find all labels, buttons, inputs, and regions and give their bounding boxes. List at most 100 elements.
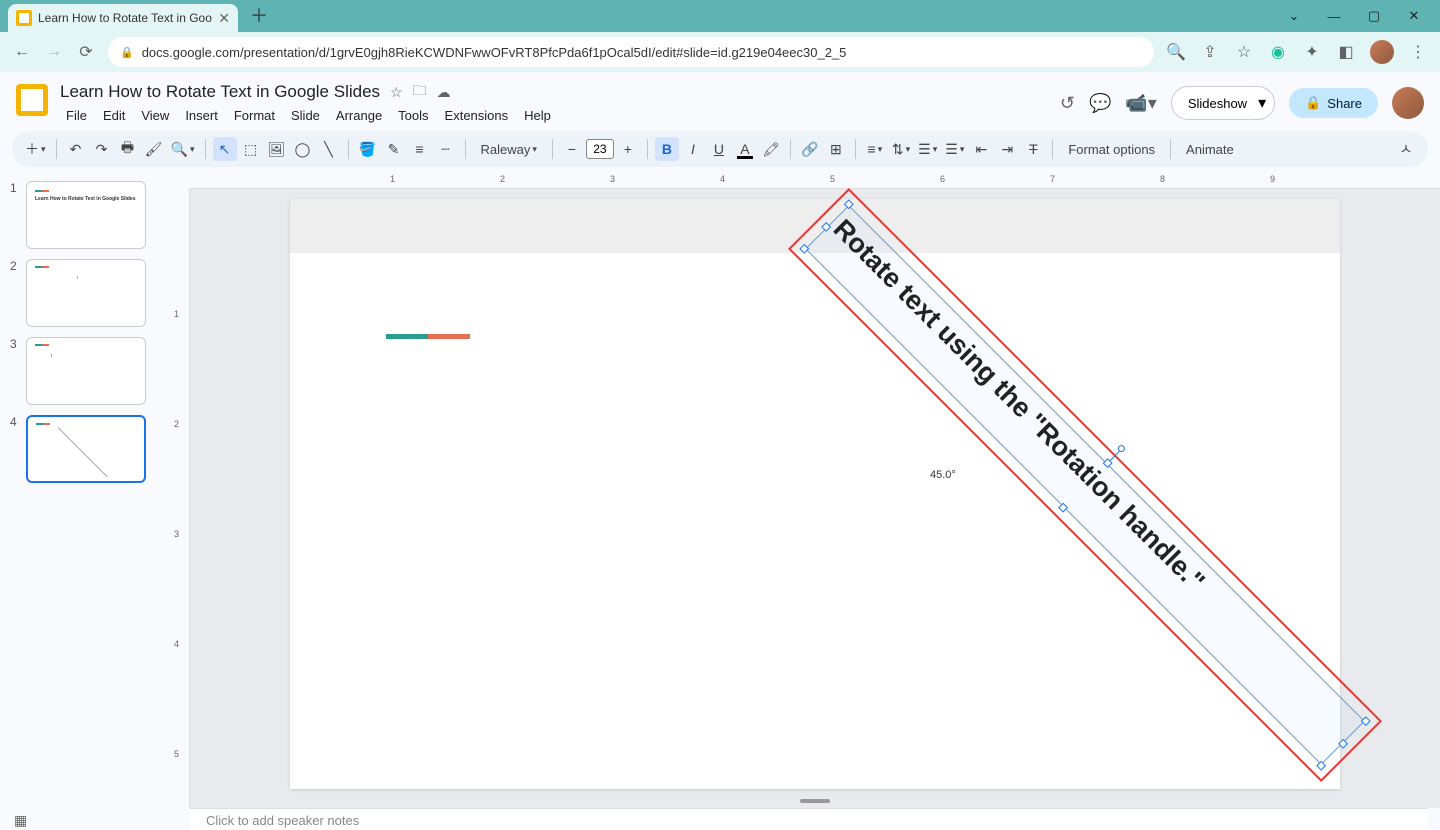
- italic-button[interactable]: I: [681, 137, 705, 161]
- reload-button[interactable]: ⟳: [76, 42, 96, 62]
- bookmark-icon[interactable]: ☆: [1234, 42, 1254, 62]
- bottom-bar: ▦: [0, 810, 1440, 830]
- move-icon[interactable]: 🗀: [413, 80, 427, 104]
- fill-color-button[interactable]: 🪣: [356, 137, 380, 161]
- profile-avatar[interactable]: [1370, 40, 1394, 64]
- rotated-text-box[interactable]: Rotate text using the "Rotation handle.": [805, 205, 1365, 765]
- menu-help[interactable]: Help: [518, 106, 557, 125]
- increase-indent-button[interactable]: ⇥: [995, 137, 1019, 161]
- sidepanel-icon[interactable]: ◧: [1336, 42, 1356, 62]
- maximize-button[interactable]: ▢: [1364, 6, 1384, 26]
- format-options-button[interactable]: Format options: [1060, 137, 1163, 161]
- paint-format-button[interactable]: 🖌: [142, 137, 166, 161]
- line-tool[interactable]: ╲: [317, 137, 341, 161]
- select-tool[interactable]: ↖: [213, 137, 237, 161]
- numbered-list-button[interactable]: ☰: [915, 137, 940, 161]
- shape-tool[interactable]: ◯: [291, 137, 315, 161]
- explore-icon[interactable]: ▦: [14, 812, 27, 829]
- toolbar: ＋ ↶ ↷ 🖶 🖌 🔍 ↖ ⬚ 🖼 ◯ ╲ 🪣 ✎ ≡ ┄ Raleway − …: [12, 131, 1428, 167]
- menu-edit[interactable]: Edit: [97, 106, 131, 125]
- slides-app: Learn How to Rotate Text in Google Slide…: [0, 72, 1440, 830]
- redo-button[interactable]: ↷: [90, 137, 114, 161]
- menu-tools[interactable]: Tools: [392, 106, 434, 125]
- comments-icon[interactable]: 💬: [1089, 93, 1111, 114]
- workspace: 1 Learn How to Rotate Text in Google Sli…: [0, 173, 1440, 808]
- vertical-ruler: 1 2 3 4 5: [170, 189, 190, 808]
- new-slide-button[interactable]: ＋: [22, 137, 49, 161]
- browser-tab[interactable]: Learn How to Rotate Text in Goo ✕: [8, 4, 238, 32]
- forward-button[interactable]: →: [44, 42, 64, 62]
- zoom-button[interactable]: 🔍: [168, 137, 198, 161]
- horizontal-ruler: 1 2 3 4 5 6 7 8 9: [190, 173, 1440, 189]
- star-icon[interactable]: ☆: [390, 84, 403, 101]
- canvas-area: 1 2 3 4 5 6 7 8 9 1 2 3 4 5: [170, 173, 1440, 808]
- url-text: docs.google.com/presentation/d/1grvE0gjh…: [142, 45, 847, 60]
- account-avatar[interactable]: [1392, 87, 1424, 119]
- border-weight-button[interactable]: ≡: [408, 137, 432, 161]
- increase-font-button[interactable]: +: [616, 137, 640, 161]
- slideshow-dropdown[interactable]: ▾: [1250, 86, 1275, 120]
- image-tool[interactable]: 🖼: [265, 137, 289, 161]
- comment-button[interactable]: ⊞: [824, 137, 848, 161]
- menu-file[interactable]: File: [60, 106, 93, 125]
- highlight-button[interactable]: 🖍: [759, 137, 783, 161]
- close-tab-icon[interactable]: ✕: [218, 10, 230, 27]
- menu-insert[interactable]: Insert: [179, 106, 224, 125]
- menu-format[interactable]: Format: [228, 106, 281, 125]
- decrease-indent-button[interactable]: ⇤: [969, 137, 993, 161]
- notes-drag-handle[interactable]: [800, 799, 830, 803]
- clear-format-button[interactable]: T: [1021, 137, 1045, 161]
- cloud-icon[interactable]: ☁: [437, 84, 451, 101]
- minimize-button[interactable]: —: [1324, 6, 1344, 26]
- rotated-text[interactable]: Rotate text using the "Rotation handle.": [813, 213, 1356, 756]
- app-header: Learn How to Rotate Text in Google Slide…: [0, 72, 1440, 125]
- border-dash-button[interactable]: ┄: [434, 137, 458, 161]
- font-size-input[interactable]: [586, 139, 614, 159]
- slide-thumbnails: 1 Learn How to Rotate Text in Google Sli…: [0, 173, 170, 808]
- zoom-icon[interactable]: 🔍: [1166, 42, 1186, 62]
- rotation-angle-label: 45.0°: [930, 469, 956, 481]
- chevron-down-icon[interactable]: ⌄: [1284, 6, 1304, 26]
- font-select[interactable]: Raleway: [473, 137, 545, 161]
- thumbnail-2[interactable]: [26, 259, 146, 327]
- undo-button[interactable]: ↶: [64, 137, 88, 161]
- grammarly-icon[interactable]: ◉: [1268, 42, 1288, 62]
- collapse-toolbar-button[interactable]: ㅅ: [1394, 137, 1418, 161]
- align-button[interactable]: ≡: [863, 137, 887, 161]
- line-spacing-button[interactable]: ⇅: [889, 137, 913, 161]
- meet-icon[interactable]: 📹▾: [1125, 93, 1156, 114]
- share-url-icon[interactable]: ⇪: [1200, 42, 1220, 62]
- link-button[interactable]: 🔗: [798, 137, 822, 161]
- menu-view[interactable]: View: [135, 106, 175, 125]
- close-window-button[interactable]: ✕: [1404, 6, 1424, 26]
- menu-arrange[interactable]: Arrange: [330, 106, 388, 125]
- history-icon[interactable]: ↺: [1060, 93, 1075, 114]
- text-color-button[interactable]: A: [733, 137, 757, 161]
- menu-bar: File Edit View Insert Format Slide Arran…: [60, 106, 1048, 125]
- thumbnail-4[interactable]: [26, 415, 146, 483]
- bulleted-list-button[interactable]: ☰: [942, 137, 967, 161]
- thumbnail-1[interactable]: Learn How to Rotate Text in Google Slide…: [26, 181, 146, 249]
- decrease-font-button[interactable]: −: [560, 137, 584, 161]
- border-color-button[interactable]: ✎: [382, 137, 406, 161]
- extensions-icon[interactable]: ✦: [1302, 42, 1322, 62]
- slide-canvas[interactable]: Rotate text using the "Rotation handle."…: [290, 199, 1340, 789]
- bold-button[interactable]: B: [655, 137, 679, 161]
- address-bar[interactable]: 🔒 docs.google.com/presentation/d/1grvE0g…: [108, 37, 1154, 67]
- textbox-tool[interactable]: ⬚: [239, 137, 263, 161]
- menu-icon[interactable]: ⋮: [1408, 42, 1428, 62]
- slides-favicon: [16, 10, 32, 26]
- menu-extensions[interactable]: Extensions: [439, 106, 515, 125]
- slides-logo[interactable]: [16, 84, 48, 116]
- tab-title: Learn How to Rotate Text in Goo: [38, 11, 212, 25]
- back-button[interactable]: ←: [12, 42, 32, 62]
- document-title[interactable]: Learn How to Rotate Text in Google Slide…: [60, 82, 380, 102]
- thumbnail-3[interactable]: [26, 337, 146, 405]
- share-button[interactable]: 🔒 Share: [1289, 88, 1378, 118]
- underline-button[interactable]: U: [707, 137, 731, 161]
- browser-urlbar: ← → ⟳ 🔒 docs.google.com/presentation/d/1…: [0, 32, 1440, 72]
- print-button[interactable]: 🖶: [116, 137, 140, 161]
- menu-slide[interactable]: Slide: [285, 106, 326, 125]
- animate-button[interactable]: Animate: [1178, 137, 1242, 161]
- new-tab-button[interactable]: ＋: [246, 0, 272, 32]
